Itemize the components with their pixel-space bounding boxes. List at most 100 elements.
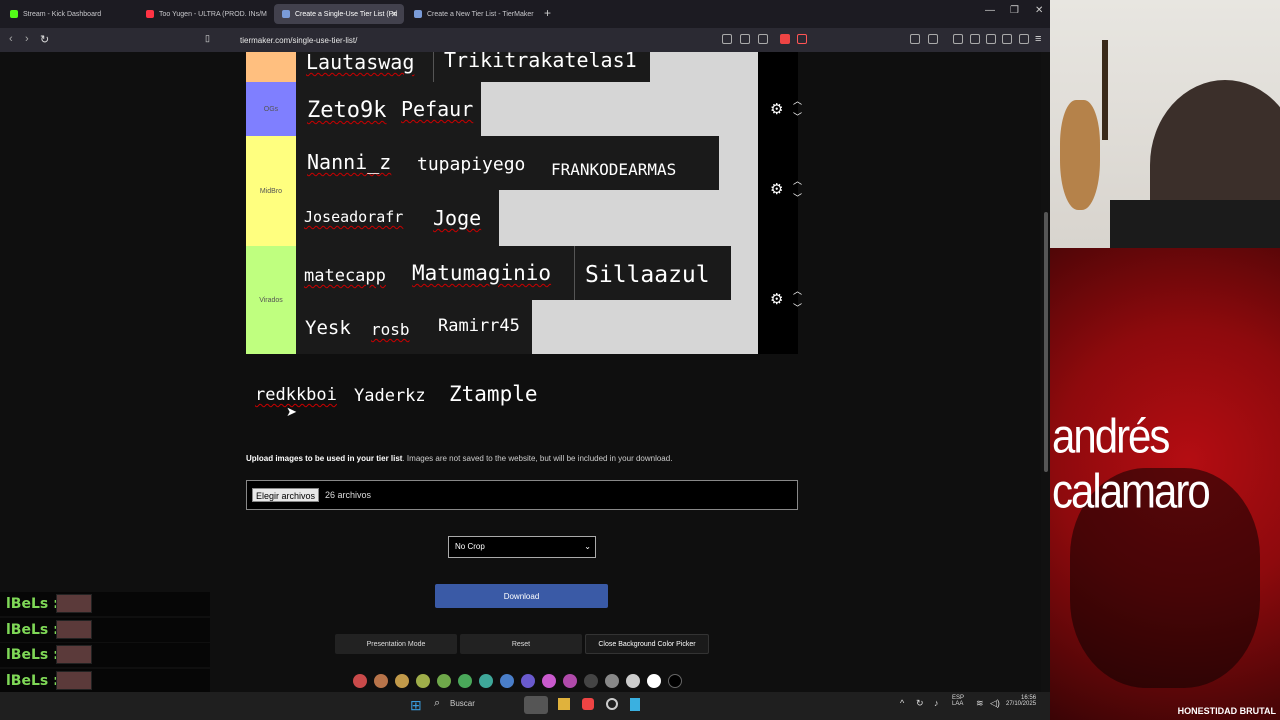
windows-start-icon[interactable]: ⊞ xyxy=(410,697,422,714)
color-swatch[interactable] xyxy=(605,674,619,688)
new-tab-icon[interactable]: + xyxy=(544,6,551,20)
color-swatch[interactable] xyxy=(479,674,493,688)
file-upload-box[interactable]: Elegir archivos 26 archivos xyxy=(246,480,798,510)
color-swatch[interactable] xyxy=(521,674,535,688)
gear-icon[interactable]: ⚙ xyxy=(770,290,783,308)
tier-item[interactable]: Zeto9k xyxy=(307,98,386,123)
tier-item[interactable]: rosb xyxy=(371,320,410,339)
widget-icon[interactable] xyxy=(524,696,548,714)
tier-label[interactable]: MidBro xyxy=(246,136,296,246)
tier-item[interactable]: Trikitrakatelas1 xyxy=(444,52,637,72)
reader-icon[interactable] xyxy=(928,34,938,44)
notepad-icon[interactable] xyxy=(630,698,640,711)
tier-item[interactable]: Lautaswag xyxy=(306,52,414,74)
tier-label[interactable]: Virados xyxy=(246,246,296,354)
crop-select[interactable]: No Crop ⌄ xyxy=(448,536,596,558)
rewards-icon[interactable] xyxy=(797,34,807,44)
move-down-icon[interactable]: ﹀ xyxy=(793,191,802,204)
tier-item[interactable]: Yesk xyxy=(305,317,351,339)
color-swatch[interactable] xyxy=(374,674,388,688)
translate-icon[interactable] xyxy=(722,34,732,44)
downloads-icon[interactable] xyxy=(1002,34,1012,44)
back-icon[interactable]: ‹ xyxy=(9,33,13,45)
wallet-icon[interactable] xyxy=(986,34,996,44)
language-indicator[interactable]: ESP LAA xyxy=(952,695,964,707)
move-down-icon[interactable]: ﹀ xyxy=(793,110,802,123)
tab-music[interactable]: Too Yugen - ULTRA (PROD. INs/M xyxy=(138,4,273,24)
close-window-icon[interactable]: ✕ xyxy=(1035,5,1043,16)
color-swatch[interactable] xyxy=(542,674,556,688)
close-bg-color-picker-button[interactable]: Close Background Color Picker xyxy=(585,634,709,654)
extensions-icon[interactable] xyxy=(910,34,920,44)
color-swatch[interactable] xyxy=(395,674,409,688)
brave-icon[interactable] xyxy=(582,698,594,710)
color-swatch[interactable] xyxy=(647,674,661,688)
move-up-icon[interactable]: ︿ xyxy=(793,284,802,297)
music-icon[interactable] xyxy=(953,34,963,44)
color-swatch[interactable] xyxy=(668,674,682,688)
tray-chevron-icon[interactable]: ^ xyxy=(900,698,904,708)
tab-single-use-tier-list[interactable]: Create a Single-Use Tier List (Pri ✕ xyxy=(274,4,404,24)
close-tab-icon[interactable]: ✕ xyxy=(390,9,398,20)
gear-icon[interactable]: ⚙ xyxy=(770,100,783,118)
zoom-icon[interactable] xyxy=(740,34,750,44)
move-up-icon[interactable]: ︿ xyxy=(793,94,802,107)
pool-item[interactable]: Ztample xyxy=(449,382,538,406)
tier-item[interactable]: Ramirr45 xyxy=(438,316,520,336)
color-swatch[interactable] xyxy=(584,674,598,688)
app-icon[interactable] xyxy=(606,698,618,710)
sync-icon[interactable]: ↻ xyxy=(916,698,924,709)
color-swatch[interactable] xyxy=(353,674,367,688)
color-swatch[interactable] xyxy=(437,674,451,688)
taskbar-search[interactable]: Buscar xyxy=(450,699,475,708)
wifi-icon[interactable]: ≋ xyxy=(976,698,984,709)
tier-item[interactable]: FRANKODEARMAS xyxy=(551,160,676,179)
choose-files-button[interactable]: Elegir archivos xyxy=(252,488,320,502)
tier-item[interactable]: Sillaazul xyxy=(585,262,710,288)
reload-icon[interactable]: ↻ xyxy=(40,33,49,46)
download-button[interactable]: Download xyxy=(435,584,608,608)
color-swatch[interactable] xyxy=(626,674,640,688)
tier-items[interactable]: Zeto9k Pefaur xyxy=(296,82,758,136)
brave-shield-icon[interactable] xyxy=(780,34,790,44)
tier-items[interactable]: Lautaswag Trikitrakatelas1 xyxy=(296,52,758,82)
menu-icon[interactable]: ≡ xyxy=(1035,33,1041,45)
color-swatch[interactable] xyxy=(416,674,430,688)
tier-item[interactable]: Joge xyxy=(433,206,481,230)
color-swatch[interactable] xyxy=(458,674,472,688)
color-swatch[interactable] xyxy=(500,674,514,688)
unranked-pool[interactable]: redkkboi Yaderkz Ztample ➤ xyxy=(246,370,798,420)
tab-new-tier-list[interactable]: Create a New Tier List - TierMaker xyxy=(406,4,540,24)
pool-item[interactable]: redkkboi xyxy=(255,385,337,405)
clock[interactable]: 16:56 27/10/2025 xyxy=(1006,695,1036,707)
move-up-icon[interactable]: ︿ xyxy=(793,174,802,187)
vpn-icon[interactable] xyxy=(1019,34,1029,44)
scroll-thumb[interactable] xyxy=(1044,212,1048,472)
minimize-icon[interactable]: — xyxy=(985,5,995,16)
tab-kick-dashboard[interactable]: Stream - Kick Dashboard xyxy=(2,4,137,24)
sidebar-icon[interactable] xyxy=(970,34,980,44)
bookmark-icon[interactable]: ▯ xyxy=(205,33,210,44)
tier-item[interactable]: Joseadorafr xyxy=(304,208,403,226)
presentation-mode-button[interactable]: Presentation Mode xyxy=(335,634,457,654)
pool-item[interactable]: Yaderkz xyxy=(354,386,426,406)
tier-item[interactable]: matecapp xyxy=(304,266,386,286)
tier-items[interactable]: matecapp Matumaginio Sillaazul Yesk rosb… xyxy=(296,246,758,354)
tier-label[interactable]: OGs xyxy=(246,82,296,136)
forward-icon[interactable]: › xyxy=(25,33,29,45)
tier-item[interactable]: Pefaur xyxy=(401,97,473,121)
volume-icon[interactable]: ◁) xyxy=(990,698,1000,709)
reset-button[interactable]: Reset xyxy=(460,634,582,654)
tier-item[interactable]: Matumaginio xyxy=(412,261,551,285)
move-down-icon[interactable]: ﹀ xyxy=(793,301,802,314)
tier-item[interactable]: tupapiyego xyxy=(417,154,525,175)
share-icon[interactable] xyxy=(758,34,768,44)
tier-items[interactable]: Nanni_z tupapiyego FRANKODEARMAS Joseado… xyxy=(296,136,758,246)
gear-icon[interactable]: ⚙ xyxy=(770,180,783,198)
maximize-icon[interactable]: ❐ xyxy=(1010,5,1019,16)
mic-icon[interactable]: ♪ xyxy=(934,698,939,708)
folder-icon[interactable] xyxy=(558,698,570,710)
tier-item[interactable]: Nanni_z xyxy=(307,150,391,174)
color-swatch[interactable] xyxy=(563,674,577,688)
tier-label[interactable] xyxy=(246,52,296,82)
